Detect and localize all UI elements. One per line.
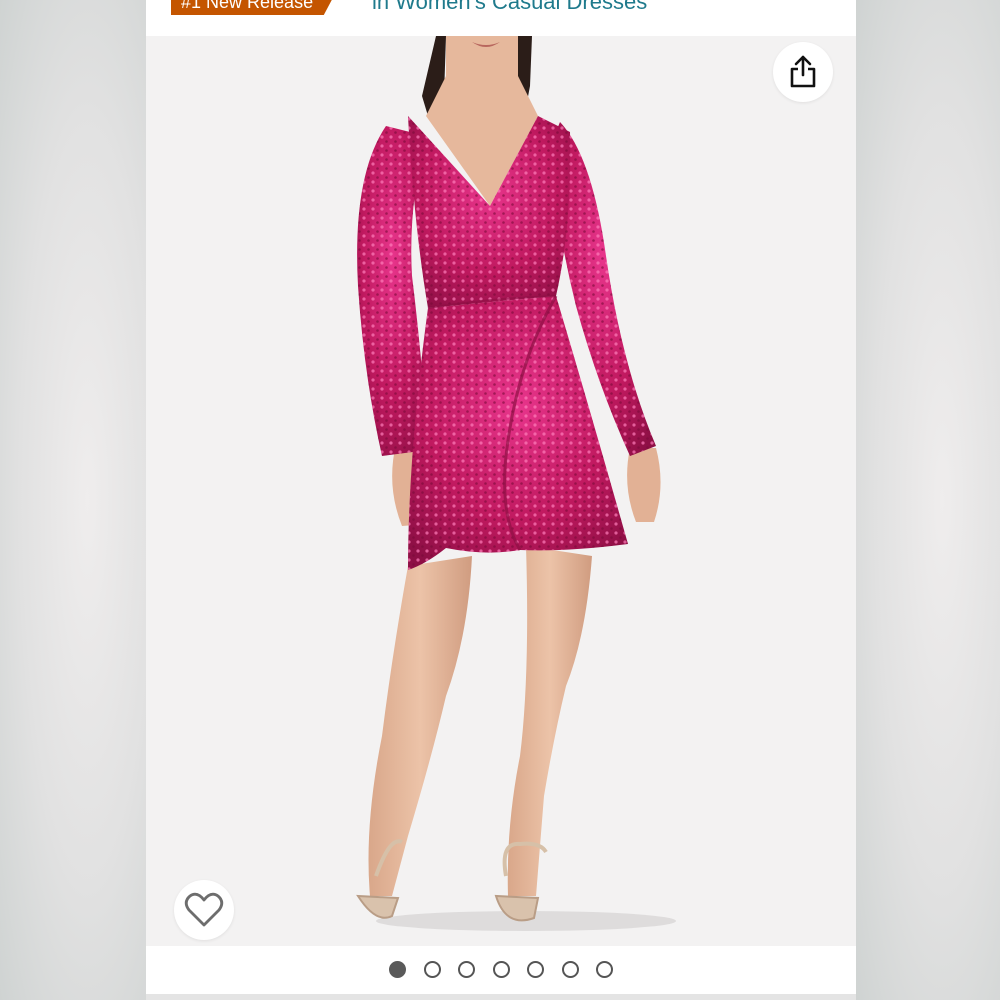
product-gallery: #1 New Release in Women's Casual Dresses bbox=[146, 0, 856, 1000]
carousel-dot[interactable] bbox=[458, 961, 475, 978]
wishlist-button[interactable] bbox=[174, 880, 234, 940]
share-icon bbox=[790, 55, 816, 88]
left-shoe bbox=[356, 894, 400, 919]
right-background-blur bbox=[856, 0, 1000, 1000]
bestseller-header: #1 New Release in Women's Casual Dresses bbox=[146, 0, 856, 36]
category-link[interactable]: in Women's Casual Dresses bbox=[372, 0, 647, 14]
carousel-dot[interactable] bbox=[389, 961, 406, 978]
bottom-divider bbox=[146, 994, 856, 1000]
carousel-indicators bbox=[146, 946, 856, 994]
carousel-dot[interactable] bbox=[492, 961, 510, 978]
left-leg bbox=[368, 556, 472, 896]
heart-icon bbox=[184, 892, 224, 927]
right-hand bbox=[627, 448, 661, 522]
carousel-dot[interactable] bbox=[596, 961, 613, 978]
product-image-container[interactable] bbox=[146, 36, 856, 946]
carousel-dot[interactable] bbox=[561, 961, 579, 978]
carousel-dot[interactable] bbox=[527, 961, 544, 978]
carousel-dot[interactable] bbox=[423, 961, 441, 978]
share-button[interactable] bbox=[773, 42, 833, 102]
product-image bbox=[356, 36, 676, 931]
new-release-badge: #1 New Release bbox=[171, 0, 338, 15]
left-background-blur bbox=[0, 0, 146, 1000]
